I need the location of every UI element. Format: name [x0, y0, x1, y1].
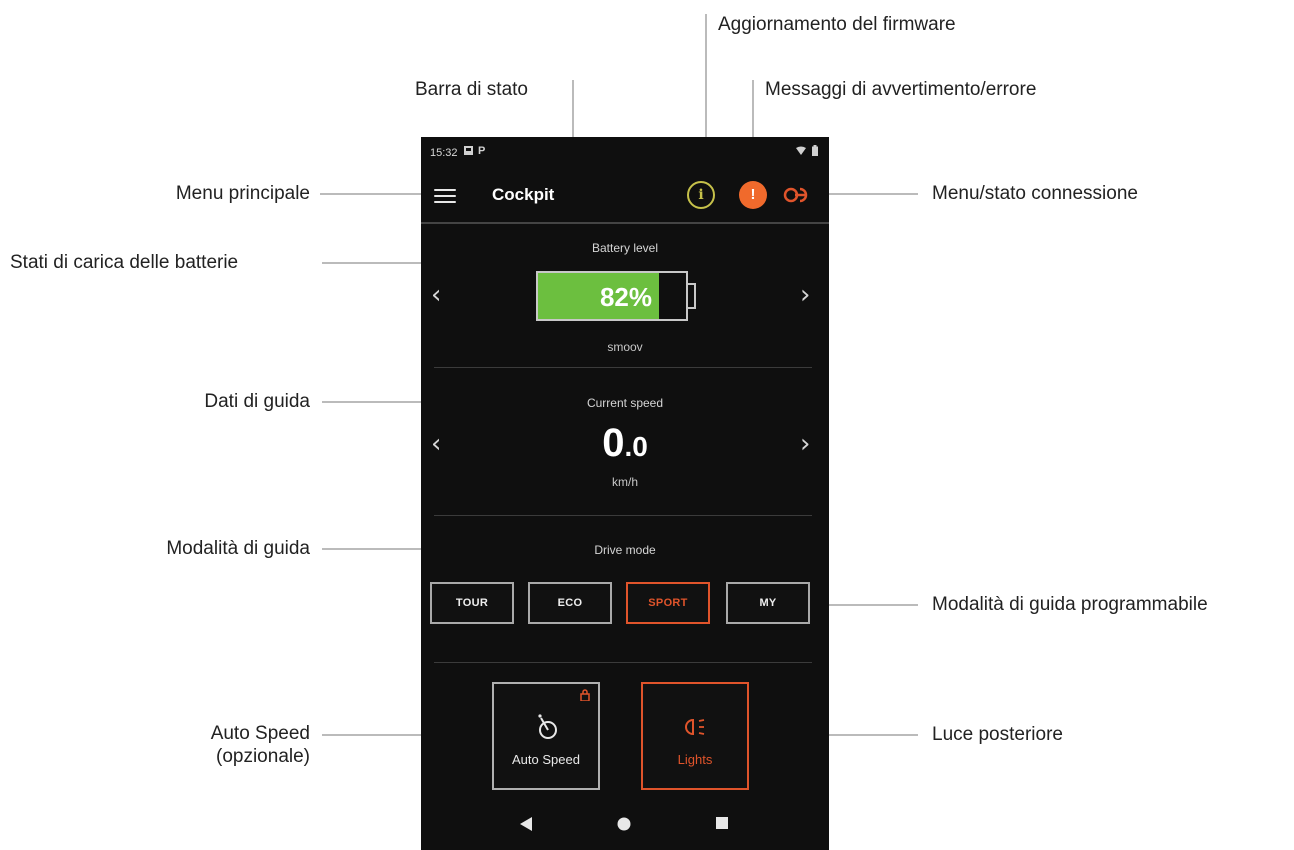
speedometer-icon — [538, 714, 557, 739]
hamburger-menu-icon[interactable] — [434, 185, 456, 205]
battery-icon — [812, 145, 818, 156]
headlight-icon — [685, 718, 705, 736]
callout-warnings: Messaggi di avvertimento/errore — [765, 79, 1037, 100]
mode-my-button[interactable]: MY — [726, 582, 810, 624]
home-icon[interactable] — [617, 817, 631, 831]
battery-percent: 82% — [599, 282, 652, 312]
parking-icon: P — [478, 145, 486, 157]
callout-status-bar: Barra di stato — [415, 79, 528, 100]
nav-bar — [421, 805, 829, 850]
auto-speed-tile[interactable]: Auto Speed — [492, 682, 600, 790]
mode-tour-button[interactable]: TOUR — [430, 582, 514, 624]
wifi-icon — [796, 146, 806, 155]
callout-drive-mode: Modalità di guida — [166, 538, 310, 559]
link-icon[interactable] — [783, 185, 817, 205]
status-time: 15:32 — [430, 147, 458, 159]
auto-speed-label: Auto Speed — [512, 752, 580, 767]
section-divider — [434, 515, 812, 516]
callout-firmware: Aggiornamento del firmware — [718, 14, 956, 35]
image-icon — [464, 146, 473, 155]
callout-ride-data: Dati di guida — [204, 391, 310, 412]
battery-name: smoov — [607, 340, 643, 354]
drive-mode-label: Drive mode — [594, 543, 656, 557]
battery-prev-chevron-icon[interactable]: ‹ — [431, 280, 441, 310]
page-title: Cockpit — [492, 185, 555, 204]
callout-connection: Menu/stato connessione — [932, 183, 1138, 204]
phone-screen: 15:32 P Cockpit i ! Battery level ‹ › 82… — [421, 137, 829, 850]
section-divider — [434, 367, 812, 368]
appbar-divider — [421, 222, 829, 224]
speed-unit: km/h — [611, 475, 638, 489]
status-bar: 15:32 P — [421, 137, 829, 167]
speed-value: 0.0 — [421, 421, 829, 466]
battery-gauge: 82% — [536, 271, 688, 321]
callout-auto-speed: Auto Speed (opzionale) — [110, 723, 310, 769]
firmware-info-button[interactable]: i — [687, 181, 715, 209]
mode-eco-button[interactable]: ECO — [528, 582, 612, 624]
battery-next-chevron-icon[interactable]: › — [800, 280, 810, 310]
callout-rear-light: Luce posteriore — [932, 724, 1063, 745]
app-bar: Cockpit i ! — [421, 177, 829, 217]
section-divider — [434, 662, 812, 663]
current-speed-label: Current speed — [586, 396, 664, 410]
callout-auto-speed-line1: Auto Speed — [210, 723, 310, 744]
warning-button[interactable]: ! — [739, 181, 767, 209]
mode-sport-button[interactable]: SPORT — [626, 582, 710, 624]
speed-decimal: .0 — [624, 431, 648, 462]
recent-apps-icon[interactable] — [716, 817, 728, 829]
lights-label: Lights — [677, 752, 713, 767]
lights-tile[interactable]: Lights — [641, 682, 749, 790]
callout-auto-speed-line2: (opzionale) — [216, 745, 310, 767]
battery-level-label: Battery level — [591, 241, 659, 255]
back-icon[interactable] — [520, 817, 532, 831]
callout-programmable-mode: Modalità di guida programmabile — [932, 594, 1208, 615]
lock-icon — [580, 689, 590, 701]
callout-main-menu: Menu principale — [175, 183, 310, 204]
speed-integer: 0 — [602, 421, 625, 465]
callout-battery-states: Stati di carica delle batterie — [10, 252, 239, 273]
battery-cap — [688, 283, 696, 309]
